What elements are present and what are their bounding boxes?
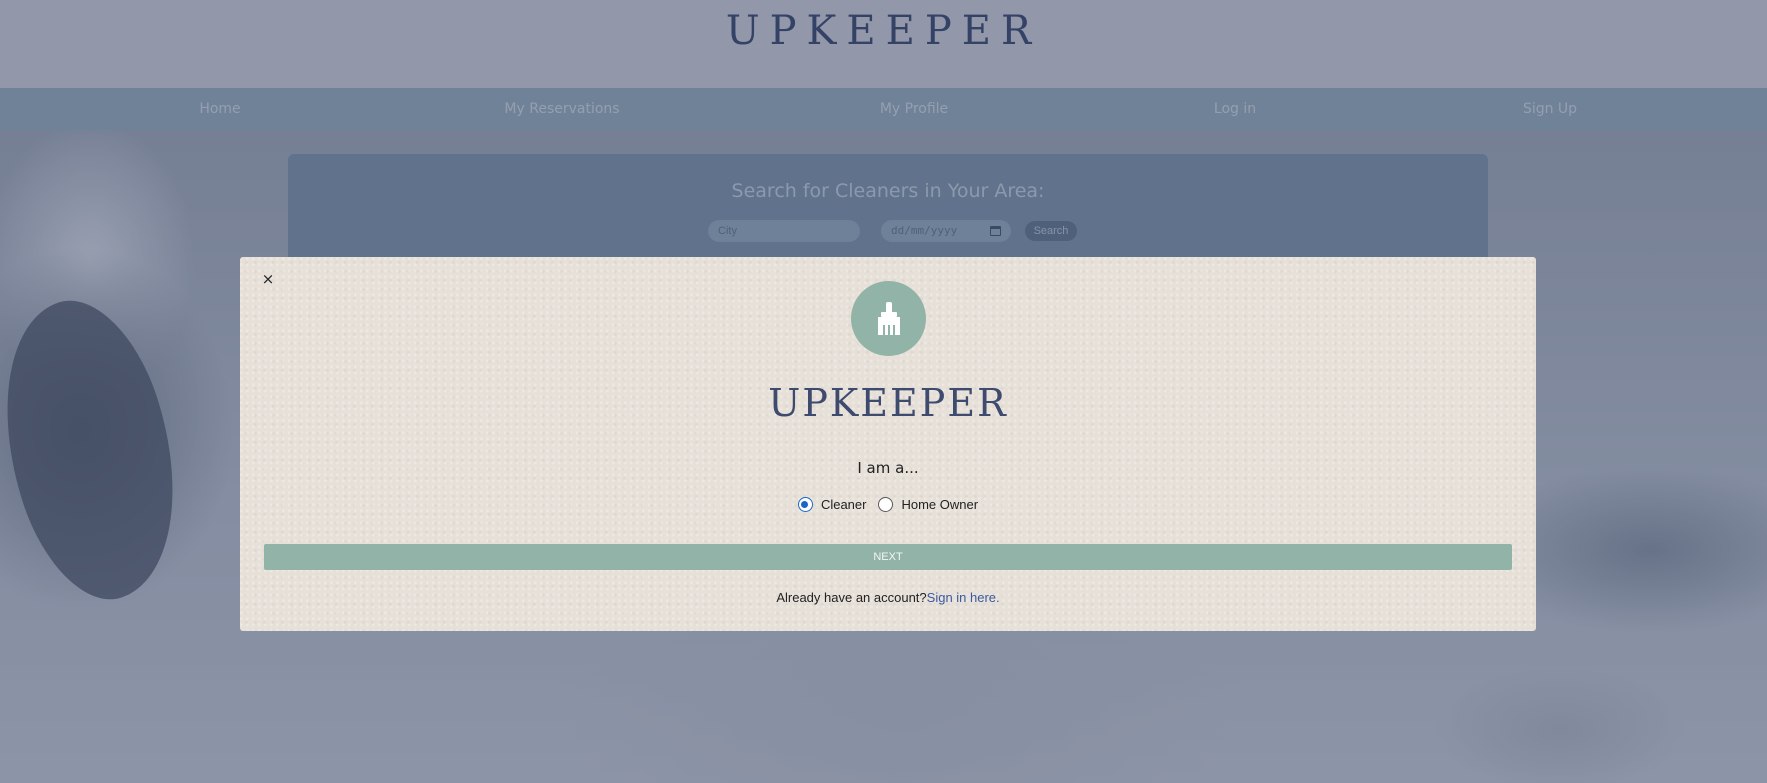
- role-prompt: I am a...: [857, 459, 919, 477]
- modal-brand-logo: UPKEEPER: [768, 381, 1008, 425]
- role-option-cleaner[interactable]: Cleaner: [797, 497, 867, 512]
- broom-icon: [851, 281, 926, 356]
- close-button[interactable]: ×: [258, 269, 278, 289]
- broom-icon-glyph: [877, 301, 900, 335]
- cleaner-radio[interactable]: [797, 497, 813, 512]
- role-option-home-owner[interactable]: Home Owner: [878, 497, 978, 512]
- home-owner-radio[interactable]: [878, 497, 894, 512]
- next-button[interactable]: NEXT: [264, 544, 1512, 570]
- signin-link[interactable]: Sign in here.: [927, 590, 1000, 605]
- signup-modal: × UPKEEPER I am a... Cleaner Home Owner …: [240, 257, 1536, 631]
- signin-prompt: Already have an account?Sign in here.: [240, 590, 1536, 605]
- role-radio-group: Cleaner Home Owner: [240, 497, 1536, 512]
- account-question: Already have an account?: [776, 590, 927, 605]
- cleaner-label: Cleaner: [820, 497, 867, 512]
- home-owner-label: Home Owner: [901, 497, 979, 512]
